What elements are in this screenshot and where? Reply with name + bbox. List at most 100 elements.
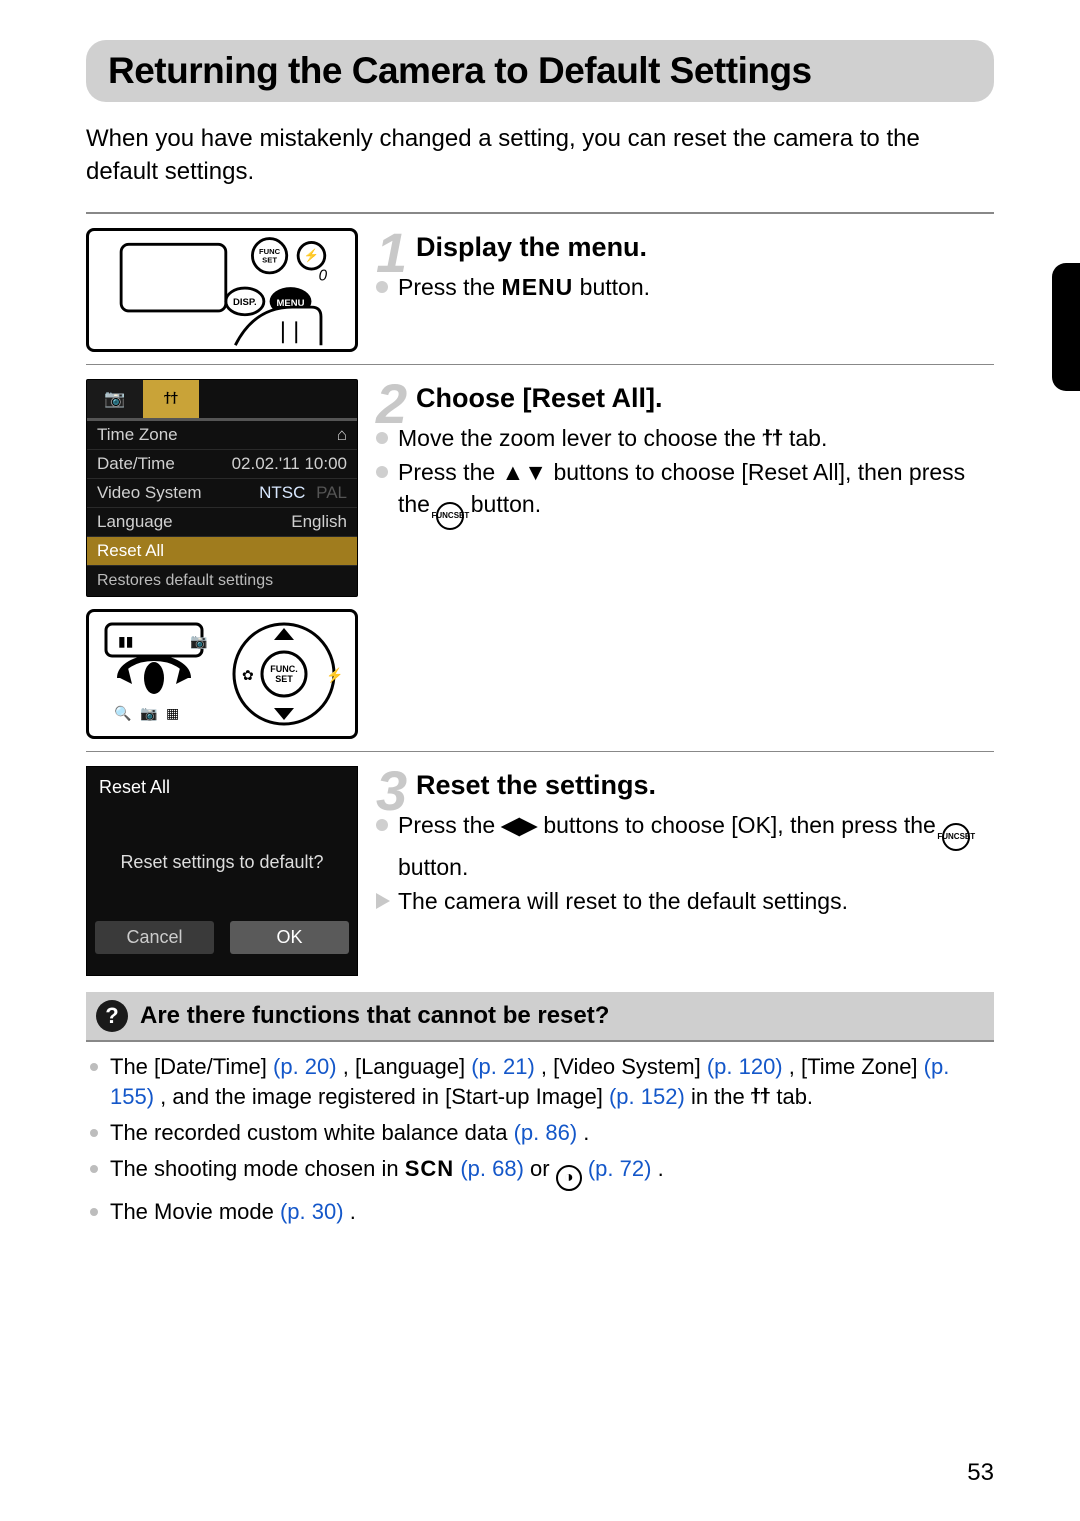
menu-tab-tools: ϯϯ <box>143 380 199 418</box>
step-2-heading: Choose [Reset All]. <box>416 379 994 414</box>
text: in the <box>691 1084 751 1109</box>
svg-text:⚡: ⚡ <box>326 667 343 684</box>
bullet-icon <box>90 1129 98 1137</box>
func-set-icon: FUNCSET <box>436 502 464 530</box>
menu-screenshot: 📷 ϯϯ Time Zone ⌂ Date/Time 02.02.'11 10:… <box>86 379 358 597</box>
bullet-icon <box>90 1165 98 1173</box>
text: , [Time Zone] <box>789 1054 924 1079</box>
info-item-2: The recorded custom white balance data (… <box>90 1118 990 1148</box>
page-ref[interactable]: (p. 120) <box>707 1054 783 1079</box>
value: ⌂ <box>337 425 347 445</box>
svg-text:⚡: ⚡ <box>304 248 319 264</box>
svg-text:📷: 📷 <box>140 705 157 722</box>
divider <box>86 364 994 365</box>
menu-item-datetime: Date/Time 02.02.'11 10:00 <box>87 450 357 479</box>
page-ref[interactable]: (p. 68) <box>460 1156 524 1181</box>
step-1-heading: Display the menu. <box>416 228 994 263</box>
page-title: Returning the Camera to Default Settings <box>108 50 812 91</box>
text: The camera will reset to the default set… <box>398 885 848 917</box>
label: Language <box>97 512 173 532</box>
text: , [Video System] <box>541 1054 707 1079</box>
reset-dialog-message: Reset settings to default? <box>87 852 357 873</box>
menu-item-language: Language English <box>87 508 357 537</box>
value: NTSC <box>259 483 305 502</box>
text: button. <box>471 491 541 517</box>
text: . <box>583 1120 589 1145</box>
svg-text:📷: 📷 <box>190 633 207 650</box>
value: 02.02.'11 10:00 <box>232 454 347 474</box>
text: button. <box>398 854 468 880</box>
left-right-glyph: ◀▶ <box>502 812 537 838</box>
scn-glyph: SCN <box>405 1156 454 1181</box>
svg-text:SET: SET <box>262 255 277 264</box>
page-ref[interactable]: (p. 152) <box>609 1084 685 1109</box>
side-tab <box>1052 263 1080 391</box>
bullet-icon <box>90 1208 98 1216</box>
menu-glyph: MENU <box>502 274 574 300</box>
step-1: FUNC SET ⚡ DISP. MENU 0 1 Display the me… <box>86 228 994 352</box>
reset-dialog-title: Reset All <box>87 767 357 808</box>
text: or <box>530 1156 556 1181</box>
svg-text:▮▮: ▮▮ <box>118 633 133 649</box>
bullet-icon <box>90 1063 98 1071</box>
text: buttons to choose [OK], then press the <box>543 812 942 838</box>
info-heading-bar: ? Are there functions that cannot be res… <box>86 992 994 1040</box>
text: The recorded custom white balance data <box>110 1120 514 1145</box>
info-heading: Are there functions that cannot be reset… <box>140 1002 609 1030</box>
step-number-2: 2 <box>376 371 407 436</box>
page-ref[interactable]: (p. 21) <box>471 1054 535 1079</box>
svg-text:✿: ✿ <box>242 667 254 683</box>
step-2-line-2: Press the ▲▼ buttons to choose [Reset Al… <box>376 456 994 530</box>
step-3-result: The camera will reset to the default set… <box>376 885 994 917</box>
question-icon: ? <box>96 1000 128 1032</box>
step-number-3: 3 <box>376 758 407 823</box>
label: Reset All <box>97 541 164 561</box>
svg-text:▦: ▦ <box>166 705 179 721</box>
func-set-icon: FUNCSET <box>942 823 970 851</box>
reset-dialog-cancel: Cancel <box>95 921 214 954</box>
page-ref[interactable]: (p. 30) <box>280 1199 344 1224</box>
text: . <box>350 1199 356 1224</box>
page-ref[interactable]: (p. 86) <box>514 1120 578 1145</box>
label: Date/Time <box>97 454 175 474</box>
text: The [Date/Time] <box>110 1054 273 1079</box>
text: , [Language] <box>343 1054 471 1079</box>
step-3: Reset All Reset settings to default? Can… <box>86 766 994 976</box>
text: Press the <box>398 812 502 838</box>
label: Video System <box>97 483 202 503</box>
tools-tab-glyph: ϯϯ <box>751 1084 770 1109</box>
text: Press the <box>398 274 502 300</box>
step-2: 📷 ϯϯ Time Zone ⌂ Date/Time 02.02.'11 10:… <box>86 379 994 739</box>
svg-text:0: 0 <box>319 267 328 284</box>
info-item-3: The shooting mode chosen in SCN (p. 68) … <box>90 1154 990 1191</box>
menu-tab-camera: 📷 <box>87 380 143 418</box>
text: tab. <box>789 425 827 451</box>
svg-text:SET: SET <box>275 674 293 684</box>
text: Press the <box>398 459 502 485</box>
text: Move the zoom lever to choose the <box>398 425 762 451</box>
creative-filters-glyph: ◑ <box>556 1165 582 1191</box>
page-ref[interactable]: (p. 72) <box>588 1156 652 1181</box>
value: English <box>291 512 347 532</box>
up-down-glyph: ▲▼ <box>502 459 548 485</box>
step-3-heading: Reset the settings. <box>416 766 994 801</box>
label: Time Zone <box>97 425 178 445</box>
step-3-line-1: Press the ◀▶ buttons to choose [OK], the… <box>376 809 994 883</box>
result-arrow-icon <box>376 893 390 909</box>
intro-text: When you have mistakenly changed a setti… <box>86 122 994 188</box>
info-box: ? Are there functions that cannot be res… <box>86 992 994 1243</box>
menu-item-resetall: Reset All <box>87 537 357 566</box>
text: button. <box>580 274 650 300</box>
value-dim: PAL <box>316 483 347 502</box>
menu-footer: Restores default settings <box>87 566 357 596</box>
controls-illustration: ▮▮ 📷 🔍 📷 ▦ FUNC. SET <box>86 609 358 739</box>
text: The Movie mode <box>110 1199 280 1224</box>
svg-text:🔍: 🔍 <box>114 704 131 722</box>
page-ref[interactable]: (p. 20) <box>273 1054 337 1079</box>
text: , and the image registered in [Start-up … <box>160 1084 609 1109</box>
svg-text:FUNC.: FUNC. <box>270 664 298 674</box>
divider <box>86 751 994 752</box>
bullet-icon <box>376 466 388 478</box>
info-item-4: The Movie mode (p. 30) . <box>90 1197 990 1227</box>
page-title-bar: Returning the Camera to Default Settings <box>86 40 994 102</box>
